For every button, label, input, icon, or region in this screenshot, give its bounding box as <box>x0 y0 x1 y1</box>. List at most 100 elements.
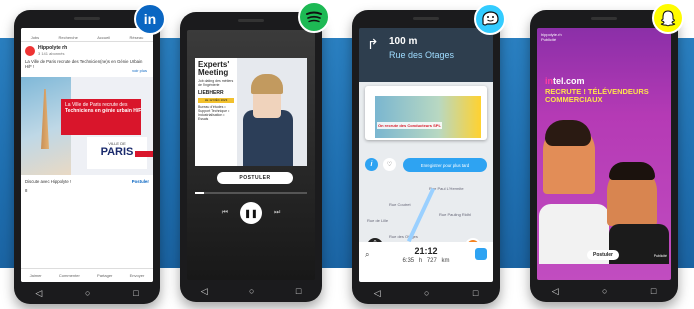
recents-icon[interactable]: □ <box>133 288 138 298</box>
reactions-row: 8 <box>21 186 153 195</box>
person-suit <box>243 110 293 166</box>
phone-snapchat: hippolyte.rh Publicité intel.com RECRUTE… <box>530 10 678 302</box>
speaker-grille <box>74 17 100 20</box>
liebherr-logo: LIEBHERR <box>198 90 224 96</box>
logo-part-b: tel.com <box>553 76 585 86</box>
navigation-header: ↱ 100 m Rue des Otages <box>359 28 493 82</box>
home-icon[interactable]: ○ <box>249 286 254 296</box>
spotify-screen: Experts' Meeting Job dating des métiers … <box>187 30 315 280</box>
postuler-button[interactable]: POSTULER <box>217 172 293 184</box>
spotify-ad-artwork[interactable]: Experts' Meeting Job dating des métiers … <box>195 58 307 166</box>
recents-icon[interactable]: □ <box>296 286 301 296</box>
comment-button[interactable]: Commenter <box>59 273 80 278</box>
previous-icon[interactable]: ⏮ <box>222 209 228 217</box>
snapchat-screen[interactable]: hippolyte.rh Publicité intel.com RECRUTE… <box>537 28 671 280</box>
ad-headline: La Ville de Paris recrute des Technicien… <box>65 102 147 114</box>
next-icon[interactable]: ⏭ <box>274 209 280 217</box>
ad-subtitle: Job dating des métiers de l'ingénierie <box>198 79 234 87</box>
date-bar: LE 12 DÉC 2023 <box>198 98 234 103</box>
android-nav-bar: ◁ ○ □ <box>180 284 322 298</box>
share-button[interactable]: Partager <box>97 273 112 278</box>
snapchat-ghost-icon <box>652 2 684 34</box>
ad-footer-text: Bureau d'études • Support Technique • In… <box>198 105 230 121</box>
tab-home[interactable]: Accueil <box>97 35 110 40</box>
back-icon[interactable]: ◁ <box>201 286 208 297</box>
next-street: Rue des Otages <box>389 50 455 60</box>
ad-title: Experts' Meeting <box>198 60 230 77</box>
trip-distance: 727 km <box>426 258 450 264</box>
linkedin-badge-label: in <box>143 11 157 27</box>
person-hair <box>545 120 591 146</box>
speaker-grille <box>591 17 617 20</box>
progress-bar[interactable] <box>195 192 307 194</box>
back-icon[interactable]: ◁ <box>35 288 42 299</box>
ad-line-2: Techniciens en génie urbain H/F <box>65 108 142 114</box>
ad-tag: Publicité <box>653 254 667 258</box>
tab-search[interactable]: Recherche <box>59 35 78 40</box>
speaker-grille <box>413 17 439 20</box>
tab-jobs[interactable]: Jobs <box>31 35 39 40</box>
postuler-button[interactable]: Postuler <box>132 179 149 184</box>
road-label: Rue de Lille <box>367 218 389 223</box>
linkedin-top-tabs: Jobs Recherche Accueil Réseau <box>21 28 153 42</box>
waze-ad-card[interactable]: On recrute des Conducteurs SPL <box>365 86 487 140</box>
recents-icon[interactable]: □ <box>473 288 478 298</box>
company-avatar[interactable] <box>25 45 35 56</box>
spotify-waves-icon <box>306 11 322 23</box>
eta-panel[interactable]: ⌕ 21:12 6:35 h 727 km <box>359 242 493 282</box>
linkedin-logo-icon: in <box>134 3 166 35</box>
turn-right-icon: ↱ <box>367 36 379 52</box>
ad-footer: Discute avec Hippolyte ! Postuler <box>21 177 153 186</box>
logo-part-a: in <box>545 76 553 86</box>
person-hair <box>251 74 283 94</box>
ad-headline: RECRUTE ! TÉLÉVENDEURS COMMERCIAUX <box>545 87 649 104</box>
menu-icon[interactable] <box>475 248 487 260</box>
pause-button[interactable]: ❚❚ <box>240 202 262 224</box>
home-icon[interactable]: ○ <box>424 288 429 298</box>
back-icon[interactable]: ◁ <box>552 286 559 297</box>
arrival-time: 21:12 <box>414 246 438 256</box>
phone-linkedin: Jobs Recherche Accueil Réseau Hippolyte … <box>14 10 160 304</box>
ad-recruit-text: On recrute des Conducteurs SPL <box>377 122 442 129</box>
snap-account: hippolyte.rh Publicité <box>541 32 562 42</box>
phone-spotify: Experts' Meeting Job dating des métiers … <box>180 12 322 302</box>
linkedin-screen: Jobs Recherche Accueil Réseau Hippolyte … <box>21 28 153 282</box>
discuss-text: Discute avec Hippolyte ! <box>25 179 72 184</box>
heart-icon[interactable]: ♡ <box>383 158 396 171</box>
trip-summary: 6:35 h 727 km <box>359 258 493 264</box>
trip-duration: 6:35 h <box>402 258 423 264</box>
back-icon[interactable]: ◁ <box>374 288 381 299</box>
progress-fill <box>195 192 204 194</box>
ghost-shape-icon <box>660 10 676 27</box>
waze-screen: ↱ 100 m Rue des Otages Rue Coutret Rue P… <box>359 28 493 282</box>
intelcom-logo: intel.com <box>545 76 585 86</box>
speaker-grille <box>238 19 264 22</box>
ad-red-stripe <box>135 151 153 157</box>
linkedin-ad-image[interactable]: La Ville de Paris recrute des Technicien… <box>21 77 153 175</box>
waze-logo-icon <box>474 3 506 35</box>
postuler-button[interactable]: Postuler <box>587 250 620 260</box>
person-hair-2 <box>609 162 655 180</box>
post-header: Hippolyte rh 3 141 abonnés <box>21 42 153 59</box>
home-icon[interactable]: ○ <box>602 286 607 296</box>
account-sub: Publicité <box>541 37 557 42</box>
android-nav-bar: ◁ ○ □ <box>530 284 678 298</box>
tab-network[interactable]: Réseau <box>130 35 144 40</box>
road-label: Rue Pauling Ridhl <box>439 212 472 217</box>
send-button[interactable]: Envoyer <box>130 273 145 278</box>
save-for-later-button[interactable]: Enregistrer pour plus tard <box>403 158 487 172</box>
follower-count: 3 141 abonnés <box>38 51 65 56</box>
info-icon[interactable]: i <box>365 158 378 171</box>
ad-text-panel: Experts' Meeting Job dating des métiers … <box>195 58 237 166</box>
waze-face-icon <box>482 11 499 26</box>
ad-truck-photo <box>375 96 481 138</box>
see-more-link[interactable]: voir plus <box>132 68 147 73</box>
turn-distance: 100 m <box>389 36 418 47</box>
home-icon[interactable]: ○ <box>85 288 90 298</box>
road-label: Rue Coutret <box>389 202 411 207</box>
linkedin-actions: Jaimer Commenter Partager Envoyer <box>21 268 153 282</box>
like-button[interactable]: Jaimer <box>30 273 42 278</box>
reaction-count[interactable]: 8 <box>25 188 27 193</box>
android-nav-bar: ◁ ○ □ <box>14 286 160 300</box>
recents-icon[interactable]: □ <box>651 286 656 296</box>
